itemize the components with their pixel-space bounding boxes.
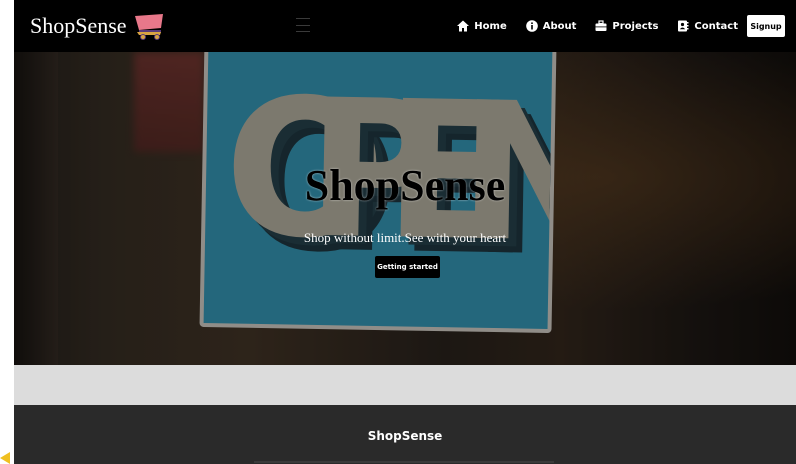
- brand[interactable]: ShopSense: [30, 12, 165, 40]
- shopping-cart-icon: [134, 14, 163, 40]
- nav-link-label: About: [542, 20, 577, 32]
- nav-links: Home About Projects Contact: [438, 0, 738, 52]
- nav-link-projects[interactable]: Projects: [595, 20, 658, 32]
- nav-link-label: Projects: [612, 20, 659, 32]
- hero-subtitle: Shop without limit.See with your heart: [303, 230, 507, 245]
- info-icon: [525, 20, 538, 32]
- page: ShopSense Home About Projects Contact Si…: [0, 0, 796, 464]
- nav-link-about[interactable]: About: [525, 20, 577, 32]
- brand-name: ShopSense: [30, 13, 127, 38]
- briefcase-icon: [595, 20, 607, 31]
- hero-content: ShopSense Shop without limit.See with yo…: [14, 52, 796, 365]
- corner-arrow-icon: [0, 452, 10, 464]
- signup-button[interactable]: Signup: [747, 15, 785, 37]
- menu-toggle-icon[interactable]: [296, 18, 310, 32]
- nav-link-home[interactable]: Home: [457, 20, 507, 32]
- nav-link-label: Contact: [694, 20, 738, 32]
- footer-title: ShopSense: [367, 429, 443, 443]
- nav-link-label: Home: [474, 20, 507, 32]
- content-band: [14, 365, 796, 405]
- hero-title: ShopSense: [304, 161, 506, 210]
- hero-section: O P E N ShopSense Shop without limit.See…: [14, 52, 796, 365]
- nav-link-contact[interactable]: Contact: [677, 20, 738, 32]
- getting-started-button[interactable]: Getting started: [375, 256, 440, 278]
- footer-divider: [254, 461, 554, 463]
- left-gutter: [0, 0, 14, 464]
- navbar: ShopSense Home About Projects Contact Si…: [14, 0, 796, 52]
- footer: ShopSense: [14, 405, 796, 464]
- home-icon: [457, 20, 470, 32]
- contact-card-icon: [678, 20, 689, 32]
